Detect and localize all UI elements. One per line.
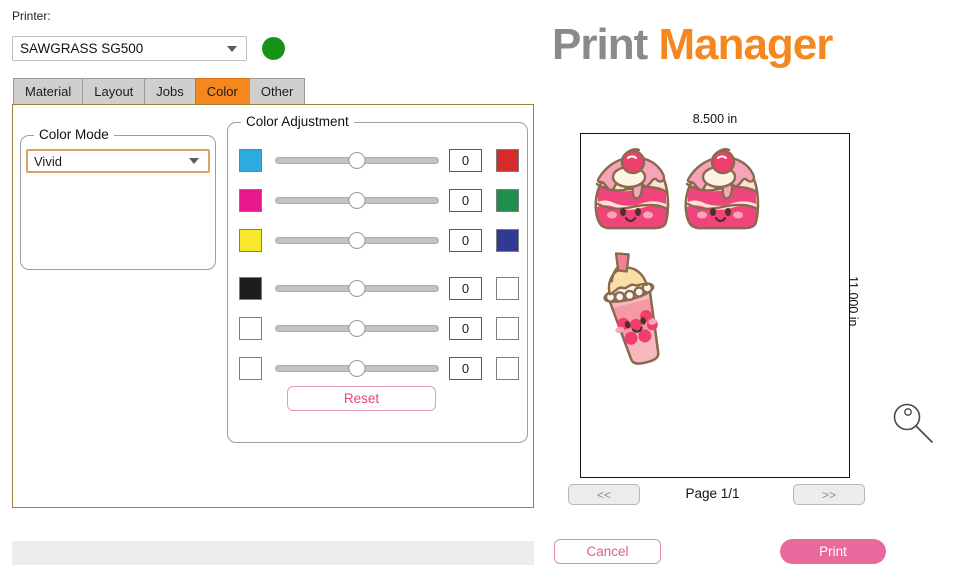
page-height-label: 11.000 in — [846, 276, 860, 327]
slider-black[interactable] — [275, 277, 439, 299]
app-title: Print Manager — [552, 20, 833, 70]
slider-row-cyan: 0 — [239, 146, 519, 174]
kawaii-cake-slice-icon — [684, 148, 760, 230]
slider-thumb[interactable] — [348, 320, 366, 337]
chevron-down-icon — [189, 158, 199, 164]
printer-status-dot-icon — [262, 37, 285, 60]
reset-button[interactable]: Reset — [287, 386, 436, 411]
tab-strip: Material Layout Jobs Color Other — [13, 78, 306, 105]
swatch-white — [496, 276, 519, 300]
slider-value-contrast[interactable]: 0 — [449, 316, 482, 340]
swatch-red — [496, 148, 519, 172]
kawaii-cake-slice-icon — [594, 148, 670, 230]
slider-value-black[interactable]: 0 — [449, 276, 482, 300]
printer-label: Printer: — [12, 9, 51, 23]
slider-saturation[interactable] — [275, 357, 439, 379]
slider-yellow[interactable] — [275, 229, 439, 251]
app-title-part2: Manager — [658, 20, 833, 69]
color-mode-value: Vivid — [34, 153, 62, 169]
swatch-contrast-low — [239, 316, 262, 340]
slider-row-saturation: 0 — [239, 354, 519, 382]
app-title-part1: Print — [552, 20, 659, 69]
slider-row-yellow: 0 — [239, 226, 519, 254]
swatch-magenta — [239, 188, 262, 212]
printer-select[interactable]: SAWGRASS SG500 — [12, 36, 247, 61]
color-mode-group: Color Mode Vivid — [20, 127, 216, 270]
slider-row-black: 0 — [239, 274, 519, 302]
print-button[interactable]: Print — [780, 539, 886, 564]
color-adjustment-legend: Color Adjustment — [241, 114, 354, 129]
slider-thumb[interactable] — [348, 152, 366, 169]
slider-value-magenta[interactable]: 0 — [449, 188, 482, 212]
slider-contrast[interactable] — [275, 317, 439, 339]
slider-value-yellow[interactable]: 0 — [449, 228, 482, 252]
slider-thumb[interactable] — [348, 192, 366, 209]
swatch-contrast-high — [496, 316, 519, 340]
swatch-yellow — [239, 228, 262, 252]
slider-value-saturation[interactable]: 0 — [449, 356, 482, 380]
next-page-button[interactable]: >> — [793, 484, 865, 505]
color-mode-legend: Color Mode — [34, 127, 114, 142]
chevron-down-icon — [227, 45, 237, 52]
slider-thumb[interactable] — [348, 280, 366, 297]
swatch-black — [239, 276, 262, 300]
swatch-cyan — [239, 148, 262, 172]
tab-jobs-label: Jobs — [156, 84, 184, 99]
progress-bar — [12, 541, 534, 565]
swatch-saturation-low — [239, 356, 262, 380]
tab-layout[interactable]: Layout — [82, 78, 145, 105]
slider-magenta[interactable] — [275, 189, 439, 211]
tab-jobs[interactable]: Jobs — [144, 78, 195, 105]
tab-color[interactable]: Color — [194, 78, 249, 105]
kawaii-boba-drink-icon — [603, 252, 660, 365]
tab-material[interactable]: Material — [13, 78, 83, 105]
swatch-saturation-high — [496, 356, 519, 380]
tab-other[interactable]: Other — [248, 78, 306, 105]
magnifier-icon[interactable] — [888, 398, 936, 446]
tab-material-label: Material — [25, 84, 72, 99]
slider-row-contrast: 0 — [239, 314, 519, 342]
slider-cyan[interactable] — [275, 149, 439, 171]
swatch-green — [496, 188, 519, 212]
page-indicator: Page 1/1 — [685, 486, 740, 501]
color-mode-select[interactable]: Vivid — [26, 149, 210, 173]
slider-value-cyan[interactable]: 0 — [449, 148, 482, 172]
cancel-button[interactable]: Cancel — [554, 539, 661, 564]
swatch-blue — [496, 228, 519, 252]
tab-other-label: Other — [260, 84, 294, 99]
color-adjustment-group: Color Adjustment 0 0 0 0 0 0 Reset — [227, 114, 528, 443]
tab-color-label: Color — [206, 84, 238, 99]
page-width-label: 8.500 in — [692, 112, 738, 126]
slider-thumb[interactable] — [348, 232, 366, 249]
slider-thumb[interactable] — [348, 360, 366, 377]
printer-select-value: SAWGRASS SG500 — [20, 41, 144, 56]
page-preview[interactable] — [580, 133, 850, 478]
tab-layout-label: Layout — [94, 84, 134, 99]
slider-row-magenta: 0 — [239, 186, 519, 214]
